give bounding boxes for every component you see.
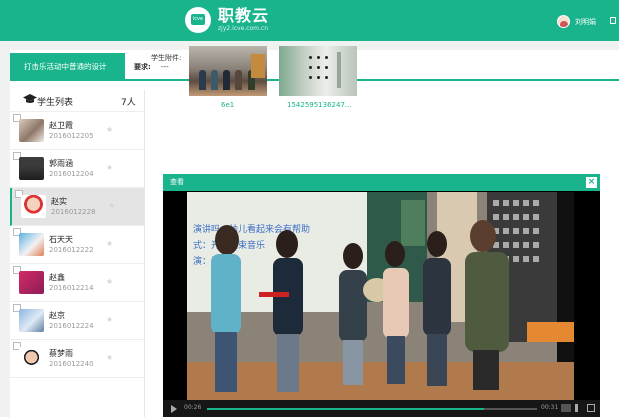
student-photo — [21, 195, 46, 218]
brand-name: 职教云 — [218, 6, 270, 25]
attachments-label: 学生附件: — [151, 54, 182, 62]
star-icon[interactable]: ★ — [108, 201, 115, 210]
fullscreen-icon[interactable] — [587, 404, 595, 412]
seek-bar[interactable] — [207, 408, 537, 410]
brand-domain: zjy2.icve.com.cn — [218, 25, 269, 32]
student-id: 2016012205 — [49, 132, 94, 140]
attachment-thumbnail-video[interactable] — [189, 46, 267, 96]
video-dialog: 查看 × 演讲吗：幼儿看起来会有帮助 式：开始结束音乐 演：演奏 — [163, 174, 600, 417]
attachment-caption[interactable]: 1542595136247... — [287, 101, 352, 109]
student-photo — [19, 347, 44, 370]
student-id: 2016012214 — [49, 284, 94, 292]
student-name: 蔡梦雨 — [49, 349, 73, 358]
total-time: 00:31 — [541, 404, 559, 411]
student-name: 赵实 — [51, 197, 67, 206]
seek-progress — [207, 408, 485, 410]
star-icon[interactable]: ★ — [106, 277, 113, 286]
graduation-cap-icon — [23, 94, 37, 103]
top-bar: icve 职教云 zjy2.icve.com.cn 刘明娟 — [0, 0, 619, 41]
dialog-header: 查看 × — [163, 174, 600, 191]
student-photo — [19, 157, 44, 180]
student-name: 赵京 — [49, 311, 65, 320]
student-row[interactable]: 石天天 2016012222 ★ — [10, 226, 144, 264]
video-player[interactable]: 演讲吗：幼儿看起来会有帮助 式：开始结束音乐 演：演奏 — [187, 192, 574, 400]
video-frame: 演讲吗：幼儿看起来会有帮助 式：开始结束音乐 演：演奏 — [187, 192, 574, 400]
video-controls: 00:26 00:31 — [163, 400, 600, 417]
student-list-title: 学生列表 — [37, 98, 74, 108]
star-icon[interactable]: ★ — [106, 125, 113, 134]
requirement-value: --- — [161, 63, 169, 71]
student-row[interactable]: 郭雨涵 2016012204 ★ — [10, 150, 144, 188]
student-id: 2016012222 — [49, 246, 94, 254]
star-icon[interactable]: ★ — [106, 353, 113, 362]
requirement-label: 要求: — [134, 63, 151, 71]
student-list-header: 学生列表 7人 — [10, 90, 144, 112]
brand-logo[interactable]: icve 职教云 zjy2.icve.com.cn — [185, 7, 269, 33]
volume-icon[interactable] — [575, 404, 581, 412]
task-tab[interactable]: 打击乐活动中普通的设计 — [10, 53, 125, 81]
student-id: 2016012240 — [49, 360, 94, 368]
student-photo — [19, 233, 44, 256]
student-name: 石天天 — [49, 235, 73, 244]
student-row[interactable]: 蔡梦雨 2016012240 ★ — [10, 340, 144, 378]
close-button[interactable]: × — [586, 177, 597, 188]
student-row[interactable]: 赵京 2016012224 ★ — [10, 302, 144, 340]
student-photo — [19, 271, 44, 294]
student-list: 学生列表 7人 赵卫霞 2016012205 ★ 郭雨涵 2016012204 … — [10, 90, 145, 417]
student-count: 7人 — [121, 98, 136, 108]
student-name: 郭雨涵 — [49, 159, 73, 168]
student-row[interactable]: 赵卫霞 2016012205 ★ — [10, 112, 144, 150]
dialog-title: 查看 — [170, 178, 184, 186]
cloud-logo-icon: icve — [185, 7, 211, 33]
student-row[interactable]: 赵鑫 2016012214 ★ — [10, 264, 144, 302]
logo-badge-text: icve — [191, 14, 205, 25]
student-photo — [19, 119, 44, 142]
student-name: 赵鑫 — [49, 273, 65, 282]
user-menu[interactable]: 刘明娟 — [557, 15, 596, 28]
user-name: 刘明娟 — [575, 17, 596, 26]
star-icon[interactable]: ★ — [106, 163, 113, 172]
play-icon[interactable] — [171, 405, 177, 413]
student-photo — [19, 309, 44, 332]
student-id: 2016012224 — [49, 322, 94, 330]
logout-icon[interactable] — [610, 17, 616, 24]
star-icon[interactable]: ★ — [106, 315, 113, 324]
current-time: 00:26 — [184, 404, 202, 411]
attachment-thumbnail-image[interactable] — [279, 46, 357, 96]
student-id: 2016012228 — [51, 208, 96, 216]
avatar — [557, 15, 570, 28]
attachment-caption[interactable]: 6e1 — [221, 101, 234, 109]
quality-icon[interactable] — [561, 404, 571, 412]
student-name: 赵卫霞 — [49, 121, 73, 130]
star-icon[interactable]: ★ — [106, 239, 113, 248]
student-id: 2016012204 — [49, 170, 94, 178]
student-row-selected[interactable]: 赵实 2016012228 ★ — [10, 188, 144, 226]
